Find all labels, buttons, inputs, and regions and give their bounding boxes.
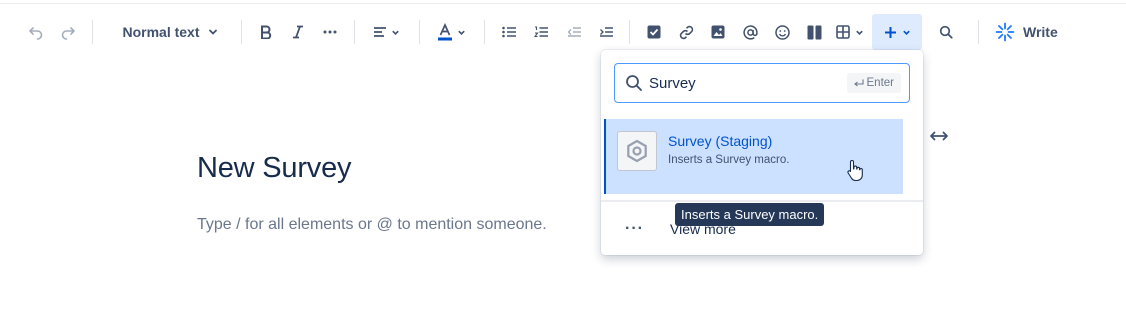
link-button[interactable] <box>674 14 698 50</box>
mention-button[interactable] <box>738 14 762 50</box>
toolbar-divider <box>484 20 485 44</box>
layout-columns-icon <box>807 25 821 39</box>
toolbar-divider <box>354 20 355 44</box>
hand-pointer-icon <box>847 159 863 181</box>
text-style-dropdown[interactable]: Normal text <box>112 14 228 50</box>
write-ai-button[interactable]: Write <box>995 14 1063 50</box>
editor-toolbar: Normal text Write <box>0 14 1126 50</box>
link-icon <box>679 25 693 39</box>
outdent-icon <box>567 27 581 37</box>
text-color-dropdown[interactable] <box>434 14 468 50</box>
search-value: Survey <box>649 75 696 92</box>
result-title: Survey (Staging) <box>668 133 773 149</box>
emoji-icon <box>774 24 790 40</box>
result-description: Inserts a Survey macro. <box>668 154 790 166</box>
more-formatting-button[interactable] <box>318 14 342 50</box>
table-dropdown[interactable] <box>832 14 868 50</box>
layouts-button[interactable] <box>802 14 826 50</box>
text-style-label: Normal text <box>122 24 200 40</box>
table-icon <box>836 25 850 39</box>
bullet-list-button[interactable] <box>497 14 521 50</box>
resize-width-icon[interactable] <box>928 126 950 146</box>
insert-search-input[interactable]: Survey Enter <box>614 63 910 103</box>
outdent-button[interactable] <box>562 14 586 50</box>
menu-divider <box>601 200 923 202</box>
toolbar-divider <box>92 20 93 44</box>
enter-hint-badge: Enter <box>846 73 901 93</box>
text-color-icon <box>437 23 452 41</box>
macro-hexagon-icon <box>617 131 657 171</box>
chevron-down-icon <box>391 30 399 35</box>
more-icon: ··· <box>625 220 644 237</box>
toolbar-divider <box>629 20 630 44</box>
more-icon <box>323 30 337 34</box>
undo-icon <box>28 27 43 40</box>
chevron-down-icon <box>902 30 910 35</box>
find-replace-button[interactable] <box>934 14 958 50</box>
image-button[interactable] <box>706 14 730 50</box>
chevron-down-icon <box>457 30 465 35</box>
emoji-button[interactable] <box>770 14 794 50</box>
enter-key-icon <box>853 79 864 86</box>
write-label: Write <box>1023 24 1058 40</box>
alignment-dropdown[interactable] <box>369 14 403 50</box>
ai-sparkle-icon <box>995 22 1015 42</box>
toolbar-divider <box>978 20 979 44</box>
chevron-down-icon <box>208 29 217 35</box>
numbered-list-button[interactable] <box>529 14 553 50</box>
chevron-down-icon <box>856 30 863 35</box>
editor-placeholder[interactable]: Type / for all elements or @ to mention … <box>197 216 547 234</box>
page-title[interactable]: New Survey <box>197 152 352 185</box>
bold-button[interactable] <box>254 14 278 50</box>
search-icon <box>939 25 953 39</box>
numbered-list-icon <box>534 26 548 38</box>
enter-hint-label: Enter <box>866 77 895 89</box>
image-icon <box>711 25 725 39</box>
action-item-button[interactable] <box>642 14 666 50</box>
align-left-icon <box>373 27 386 37</box>
top-border <box>0 0 1126 4</box>
indent-button[interactable] <box>594 14 618 50</box>
toolbar-divider <box>419 20 420 44</box>
bullet-list-icon <box>502 26 516 38</box>
checkbox-icon <box>647 25 661 39</box>
search-icon <box>626 75 642 91</box>
italic-button[interactable] <box>286 14 310 50</box>
italic-icon <box>293 25 303 39</box>
redo-icon <box>61 27 76 40</box>
toolbar-divider <box>241 20 242 44</box>
insert-result-survey[interactable]: Survey (Staging) Inserts a Survey macro. <box>604 119 903 194</box>
redo-button[interactable] <box>57 14 79 50</box>
bold-icon <box>261 25 272 39</box>
tooltip: Inserts a Survey macro. <box>675 203 825 226</box>
undo-button[interactable] <box>25 14 47 50</box>
insert-elements-button[interactable] <box>872 14 922 50</box>
indent-icon <box>600 27 613 37</box>
mention-icon <box>742 24 758 40</box>
plus-icon <box>884 26 896 38</box>
